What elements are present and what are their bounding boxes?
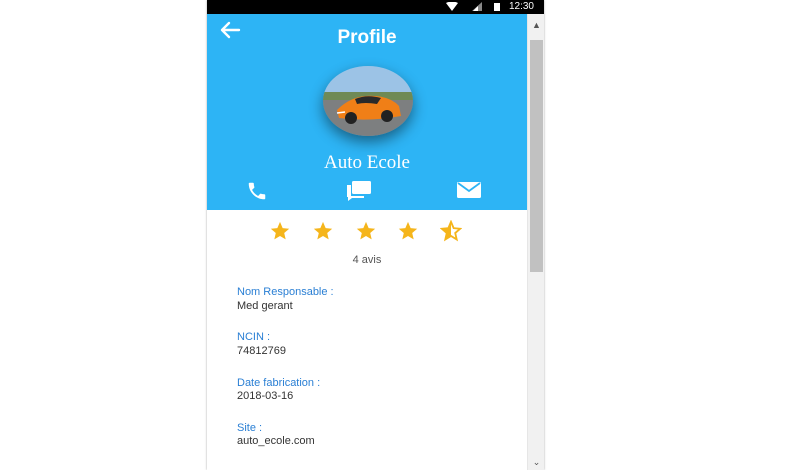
field-value-site[interactable]: auto_ecole.com <box>237 435 315 447</box>
star-icon <box>269 220 291 247</box>
field-label-responsable: Nom Responsable : <box>237 286 334 298</box>
star-icon <box>355 220 377 247</box>
field-label-ncin: NCIN : <box>237 331 270 343</box>
scrollbar[interactable]: ▲ ⌄ <box>527 14 544 470</box>
profile-name: Auto Ecole <box>323 152 410 173</box>
status-time: 12:30 <box>508 1 534 12</box>
mail-icon[interactable] <box>456 180 482 205</box>
star-icon <box>397 220 419 247</box>
battery-icon <box>494 3 500 11</box>
star-half-icon <box>439 219 463 247</box>
avatar <box>323 66 413 136</box>
field-value-responsable: Med gerant <box>237 300 293 312</box>
status-bar: 12:30 <box>207 0 544 14</box>
rating-stars <box>269 219 479 247</box>
field-label-site: Site : <box>237 422 263 434</box>
phone-screen: 12:30 Profile Auto Ecole 4 avis Nom Resp… <box>207 0 544 470</box>
chat-icon[interactable] <box>346 180 372 207</box>
field-value-date-fabrication: 2018-03-16 <box>237 390 294 402</box>
star-icon <box>312 220 334 247</box>
wifi-icon <box>446 1 458 14</box>
scroll-down-arrow-icon[interactable]: ⌄ <box>531 457 542 467</box>
field-value-ncin: 74812769 <box>237 345 286 357</box>
signal-icon <box>472 2 482 14</box>
page-title: Profile <box>337 27 397 48</box>
phone-icon[interactable] <box>245 180 269 207</box>
scroll-thumb[interactable] <box>530 40 543 272</box>
scroll-up-arrow-icon[interactable]: ▲ <box>531 20 542 30</box>
reviews-count: 4 avis <box>352 254 382 266</box>
field-label-date-fabrication: Date fabrication : <box>237 377 321 389</box>
profile-header: Profile Auto Ecole <box>207 14 527 210</box>
